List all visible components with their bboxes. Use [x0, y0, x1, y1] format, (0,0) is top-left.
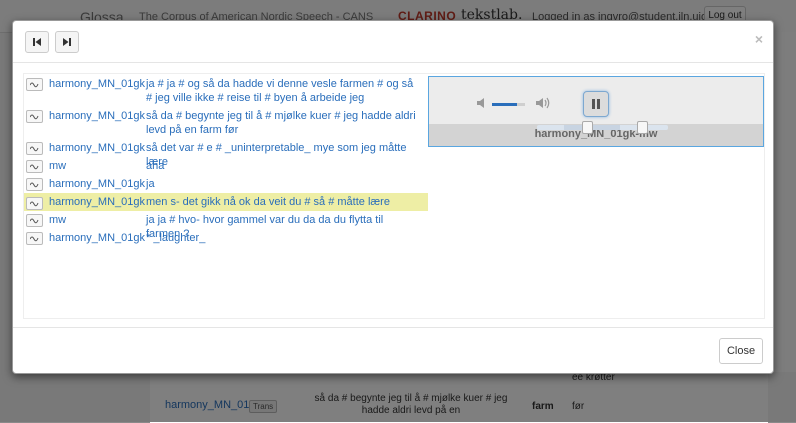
play-segment-button[interactable] [26, 197, 43, 210]
modal-body: harmony_MN_01gk ja # ja # og så da hadde … [23, 73, 765, 319]
waveform-icon [30, 82, 39, 88]
volume-up-icon[interactable] [535, 96, 551, 110]
transcript-line: harmony_MN_01gk men s- det gikk nå ok da … [24, 193, 428, 211]
waveform-icon [30, 201, 39, 207]
waveform-icon [30, 146, 39, 152]
skip-forward-icon [63, 38, 71, 46]
volume-slider[interactable] [492, 103, 525, 106]
utterance-text: aha [146, 160, 165, 172]
next-button[interactable] [55, 31, 79, 53]
transcript-line: mw ja ja # hvo- hvor gammel var du da da … [24, 211, 428, 240]
transcript-line: harmony_MN_01gk så det var # e # _uninter… [24, 139, 428, 168]
skip-back-icon [33, 38, 41, 46]
transcript-lines: harmony_MN_01gk ja # ja # og så da hadde … [24, 75, 440, 247]
play-segment-button[interactable] [26, 178, 43, 191]
previous-button[interactable] [25, 31, 49, 53]
player-controls [429, 77, 763, 124]
speaker-link[interactable]: harmony_MN_01gk [49, 142, 145, 154]
transcript-line: harmony_MN_01gk ja [24, 175, 428, 193]
close-icon[interactable]: × [755, 31, 763, 47]
play-segment-button[interactable] [26, 214, 43, 227]
utterance-text: men s- det gikk nå ok da veit du # så # … [146, 196, 390, 208]
play-segment-button[interactable] [26, 232, 43, 245]
play-segment-button[interactable] [26, 142, 43, 155]
transcript-modal: × harmony_MN_01gk ja # ja # og så da hadd… [12, 20, 774, 374]
play-segment-button[interactable] [26, 160, 43, 173]
speaker-link[interactable]: harmony_MN_01gk [49, 110, 145, 122]
utterance-text: ja # ja # og så da hadde vi denne vesle … [146, 78, 414, 104]
volume-level [492, 103, 517, 106]
waveform-icon [30, 218, 39, 224]
waveform-icon [30, 164, 39, 170]
playback-range-slider[interactable] [537, 125, 668, 130]
transcript-line: mw aha [24, 157, 428, 175]
speaker-link[interactable]: mw [49, 214, 66, 226]
waveform-icon [30, 114, 39, 120]
utterance-text: * _laughter_ [146, 232, 206, 244]
pause-icon-bar [597, 99, 600, 109]
speaker-link[interactable]: harmony_MN_01gk [49, 178, 145, 190]
speaker-link[interactable]: harmony_MN_01gk [49, 232, 145, 244]
utterance-text: så da # begynte jeg til å # mjølke kuer … [146, 110, 416, 136]
play-segment-button[interactable] [26, 78, 43, 91]
speaker-link[interactable]: mw [49, 160, 66, 172]
play-segment-button[interactable] [26, 110, 43, 123]
pause-icon [592, 99, 595, 109]
waveform-icon [30, 182, 39, 188]
waveform-icon [30, 236, 39, 242]
utterance-text: ja [146, 178, 155, 190]
transcript-line: harmony_MN_01gk * _laughter_ [24, 229, 428, 247]
range-end-handle[interactable] [637, 121, 648, 134]
speaker-link[interactable]: harmony_MN_01gk [49, 196, 145, 208]
speaker-link[interactable]: harmony_MN_01gk [49, 78, 145, 90]
volume-mute-icon[interactable] [476, 97, 488, 109]
audio-player: harmony_MN_01gk-mw [428, 76, 764, 147]
modal-footer: Close [13, 327, 773, 374]
pause-button[interactable] [583, 91, 609, 117]
modal-header: × [13, 21, 773, 63]
transcript-line: harmony_MN_01gk så da # begynte jeg til å… [24, 107, 428, 139]
transcript-line: harmony_MN_01gk ja # ja # og så da hadde … [24, 75, 428, 107]
close-button[interactable]: Close [719, 338, 763, 364]
range-start-handle[interactable] [582, 121, 593, 134]
